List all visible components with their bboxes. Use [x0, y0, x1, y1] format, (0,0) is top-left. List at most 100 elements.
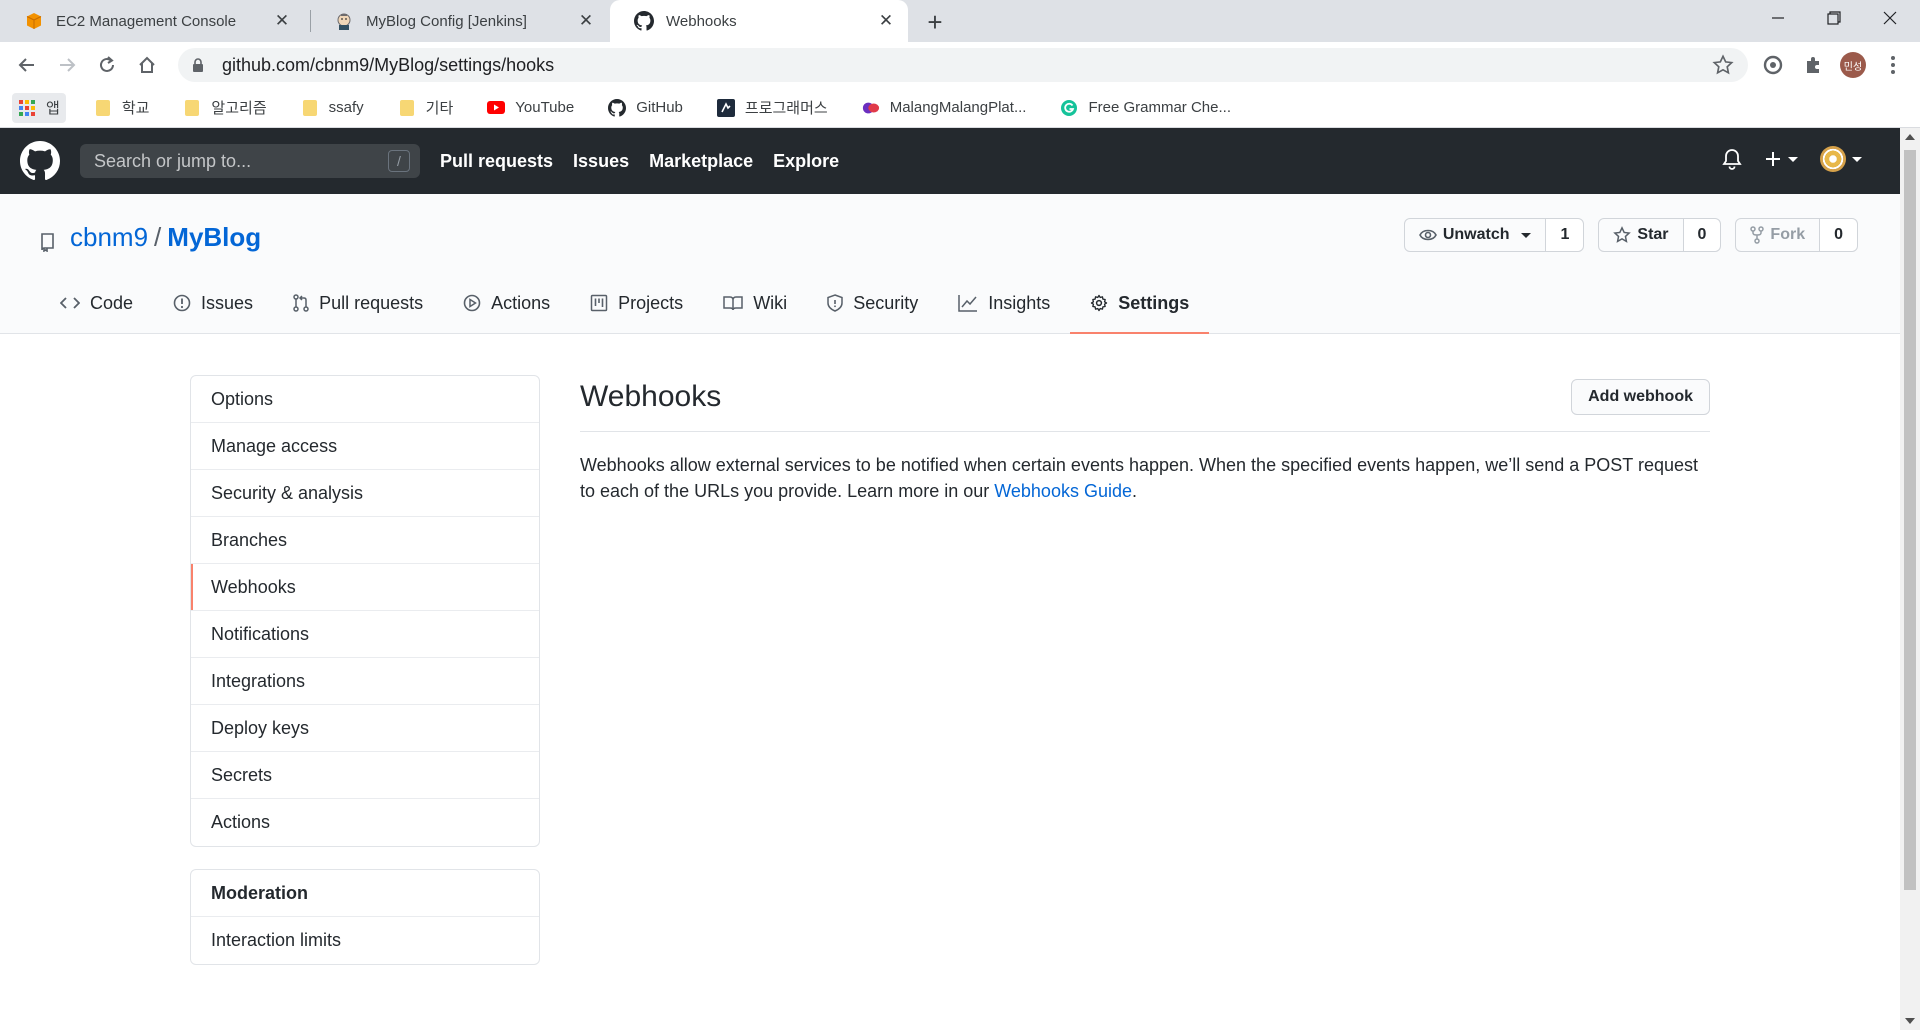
bell-icon[interactable]: [1722, 148, 1742, 170]
moderation-menu: Moderation Interaction limits: [190, 869, 540, 965]
sidebar-item-manage-access[interactable]: Manage access: [191, 423, 539, 470]
graph-icon: [958, 295, 978, 312]
close-icon[interactable]: ✕: [272, 11, 292, 31]
bookmark-programmers[interactable]: 프로그래머스: [711, 93, 834, 123]
forward-button[interactable]: [52, 50, 82, 80]
tab-pull-requests[interactable]: Pull requests: [273, 273, 443, 333]
close-icon[interactable]: ✕: [876, 11, 896, 31]
new-tab-button[interactable]: +: [920, 7, 950, 37]
unwatch-button[interactable]: Unwatch: [1405, 219, 1547, 251]
close-icon[interactable]: ✕: [576, 11, 596, 31]
watch-count[interactable]: 1: [1546, 219, 1584, 251]
url-text: github.com/cbnm9/MyBlog/settings/hooks: [222, 54, 555, 75]
description-end: .: [1132, 481, 1138, 501]
page-scrollbar[interactable]: [1900, 128, 1920, 1030]
tab-projects[interactable]: Projects: [570, 273, 703, 333]
chrome-menu-icon[interactable]: [1880, 52, 1906, 78]
browser-tab-webhooks[interactable]: Webhooks ✕: [610, 0, 908, 42]
bookmark-youtube[interactable]: YouTube: [481, 93, 580, 123]
unwatch-label: Unwatch: [1442, 226, 1510, 243]
add-webhook-button[interactable]: Add webhook: [1571, 378, 1710, 415]
tab-label: Insights: [988, 292, 1051, 313]
puzzle-extensions-icon[interactable]: [1800, 52, 1826, 78]
reload-button[interactable]: [92, 50, 122, 80]
bookmarks-bar: 앱 학교 알고리즘 ssafy 기타 YouTube GitHub 프로그래머스: [0, 88, 1920, 128]
star-count[interactable]: 0: [1683, 219, 1721, 251]
tab-settings[interactable]: Settings: [1070, 273, 1210, 334]
browser-tab-ec2[interactable]: EC2 Management Console ✕: [0, 0, 304, 42]
bookmark-apps[interactable]: 앱: [12, 92, 66, 123]
sidebar-item-interaction-limits[interactable]: Interaction limits: [191, 917, 539, 964]
forward-arrow-icon: [60, 58, 76, 72]
tab-label: Actions: [491, 292, 551, 313]
project-icon: [590, 294, 608, 312]
sidebar-item-integrations[interactable]: Integrations: [191, 658, 539, 705]
back-button[interactable]: [12, 50, 42, 80]
tab-security[interactable]: Security: [807, 273, 938, 333]
sidebar-item-secrets[interactable]: Secrets: [191, 752, 539, 799]
bookmark-folder-school[interactable]: 학교: [88, 93, 156, 123]
fork-count[interactable]: 0: [1820, 219, 1857, 251]
repo-owner-link[interactable]: cbnm9: [70, 222, 148, 253]
tab-title: EC2 Management Console: [56, 12, 237, 30]
home-button[interactable]: [132, 50, 162, 80]
scroll-up-arrow-icon[interactable]: [1905, 134, 1915, 140]
user-menu-dropdown[interactable]: [1820, 146, 1862, 172]
profile-avatar[interactable]: 민성: [1840, 52, 1866, 78]
tab-issues[interactable]: Issues: [153, 273, 273, 333]
webhooks-guide-link[interactable]: Webhooks Guide: [994, 481, 1132, 501]
plus-icon: [1766, 152, 1780, 166]
extension-sync-icon[interactable]: [1760, 52, 1786, 78]
tab-label: Code: [90, 292, 134, 313]
bookmark-grammarly[interactable]: Free Grammar Che...: [1054, 93, 1237, 123]
bookmark-malang[interactable]: MalangMalangPlat...: [856, 93, 1033, 123]
search-shortcut-key: /: [388, 150, 410, 172]
star-button-group: Star 0: [1598, 218, 1722, 252]
webhooks-description: Webhooks allow external services to be n…: [580, 452, 1710, 504]
gear-icon: [1091, 294, 1108, 312]
fork-button[interactable]: Fork: [1736, 219, 1821, 251]
bookmark-label: MalangMalangPlat...: [889, 99, 1027, 116]
github-header: Search or jump to... / Pull requests Iss…: [0, 128, 1900, 194]
repo-name-link[interactable]: MyBlog: [167, 222, 261, 253]
sidebar-item-security-analysis[interactable]: Security & analysis: [191, 470, 539, 517]
create-new-dropdown[interactable]: [1764, 150, 1798, 168]
bookmark-folder-algorithm[interactable]: 알고리즘: [177, 93, 272, 123]
reload-icon: [100, 56, 114, 72]
tab-insights[interactable]: Insights: [938, 273, 1070, 333]
sidebar-item-webhooks[interactable]: Webhooks: [191, 564, 539, 611]
nav-explore[interactable]: Explore: [773, 151, 839, 172]
moderation-heading: Moderation: [191, 870, 539, 917]
address-bar[interactable]: github.com/cbnm9/MyBlog/settings/hooks: [178, 48, 1748, 82]
bookmark-star-icon[interactable]: [1712, 54, 1734, 76]
sidebar-item-deploy-keys[interactable]: Deploy keys: [191, 705, 539, 752]
tab-title: MyBlog Config [Jenkins]: [366, 12, 527, 30]
star-button[interactable]: Star: [1599, 219, 1684, 251]
nav-issues[interactable]: Issues: [573, 151, 629, 172]
github-icon: [608, 98, 627, 117]
tab-code[interactable]: Code: [40, 273, 153, 333]
sidebar-item-notifications[interactable]: Notifications: [191, 611, 539, 658]
sidebar-item-actions[interactable]: Actions: [191, 799, 539, 846]
sidebar-item-options[interactable]: Options: [191, 376, 539, 423]
restore-button[interactable]: [1806, 0, 1862, 36]
bookmark-folder-ssafy[interactable]: ssafy: [295, 93, 370, 123]
code-icon: [60, 297, 80, 309]
nav-pull-requests[interactable]: Pull requests: [440, 151, 553, 172]
repo-icon: [40, 228, 58, 252]
scrollbar-thumb[interactable]: [1904, 150, 1916, 890]
tab-wiki[interactable]: Wiki: [703, 273, 807, 333]
bookmark-github[interactable]: GitHub: [602, 93, 689, 123]
github-logo-icon[interactable]: [20, 141, 60, 181]
tab-label: Settings: [1118, 292, 1190, 313]
browser-tab-jenkins[interactable]: MyBlog Config [Jenkins] ✕: [310, 0, 608, 42]
nav-marketplace[interactable]: Marketplace: [649, 151, 753, 172]
scroll-down-arrow-icon[interactable]: [1905, 1018, 1915, 1024]
minimize-button[interactable]: [1750, 0, 1806, 36]
close-window-button[interactable]: [1862, 0, 1918, 36]
sidebar-item-branches[interactable]: Branches: [191, 517, 539, 564]
tab-actions[interactable]: Actions: [443, 273, 570, 333]
search-input[interactable]: Search or jump to... /: [80, 144, 420, 178]
home-icon: [139, 56, 155, 73]
bookmark-folder-etc[interactable]: 기타: [392, 93, 460, 123]
